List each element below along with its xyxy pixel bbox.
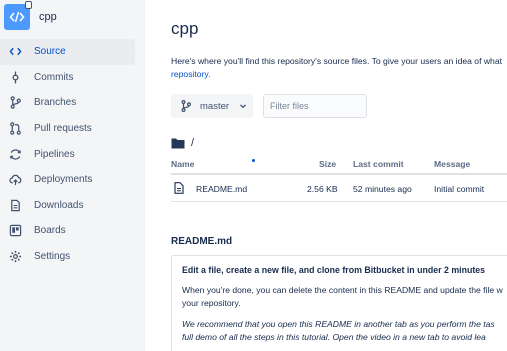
filter-files-input[interactable]: [263, 94, 367, 118]
file-name-link[interactable]: README.md: [196, 184, 247, 194]
readme-content: Edit a file, create a new file, and clon…: [171, 255, 507, 351]
readme-line: When you're done, you can delete the con…: [182, 285, 503, 295]
readme-paragraph: We recommend that you open this README i…: [182, 318, 507, 343]
sidebar: cpp Source Commits Branches Pull request…: [0, 0, 145, 351]
document-icon: [8, 198, 22, 212]
code-icon: [8, 45, 22, 59]
sidebar-item-pipelines[interactable]: Pipelines: [0, 141, 135, 167]
folder-icon: [171, 138, 185, 149]
file-commit-message[interactable]: Initial commit: [434, 184, 484, 194]
commit-icon: [8, 70, 22, 84]
description-line: Here's where you'll find this repository…: [171, 56, 503, 66]
chevron-down-icon: [240, 104, 247, 109]
sidebar-item-source[interactable]: Source: [0, 39, 135, 65]
readme-heading: Edit a file, create a new file, and clon…: [182, 265, 486, 275]
table-row[interactable]: README.md 2.56 KB 52 minutes ago Initial…: [171, 175, 507, 202]
sidebar-nav: Source Commits Branches Pull requests Pi…: [0, 39, 135, 269]
table-header: Name Size Last commit Message: [171, 155, 507, 175]
readme-line: full demo of all the steps in this tutor…: [182, 331, 486, 342]
readme-title: README.md: [171, 236, 233, 247]
sidebar-item-label: Pipelines: [34, 148, 75, 160]
file-icon: [174, 182, 184, 194]
repo-avatar[interactable]: [4, 1, 32, 30]
gear-icon: [8, 250, 22, 264]
file-table: Name Size Last commit Message README.md …: [171, 155, 507, 202]
branch-icon: [181, 100, 191, 112]
column-name[interactable]: Name: [171, 159, 194, 169]
breadcrumb: /: [171, 136, 194, 150]
board-icon: [8, 224, 22, 238]
sidebar-item-label: Source: [34, 46, 66, 58]
branch-selector[interactable]: master: [171, 94, 253, 118]
header-dot: [252, 159, 255, 162]
cloud-upload-icon: [8, 173, 22, 187]
repository-link[interactable]: repository: [171, 69, 208, 79]
sidebar-item-pull-requests[interactable]: Pull requests: [0, 116, 135, 142]
sidebar-item-branches[interactable]: Branches: [0, 90, 135, 116]
main-content: cpp Here's where you'll find this reposi…: [171, 0, 507, 351]
page-title: cpp: [171, 19, 199, 38]
readme-paragraph: When you're done, you can delete the con…: [182, 284, 507, 309]
sidebar-item-deployments[interactable]: Deployments: [0, 167, 135, 193]
repo-header[interactable]: cpp: [4, 1, 57, 30]
sidebar-item-label: Branches: [34, 97, 77, 109]
sidebar-item-label: Commits: [34, 71, 74, 83]
branch-icon: [8, 96, 22, 110]
readme-line: We recommend that you open this README i…: [182, 319, 495, 329]
column-last-commit[interactable]: Last commit: [353, 159, 404, 169]
readme-line: your repository.: [182, 297, 241, 308]
repo-description: Here's where you'll find this repository…: [171, 55, 507, 81]
column-size[interactable]: Size: [319, 159, 336, 169]
pipelines-icon: [8, 147, 22, 161]
sidebar-item-boards[interactable]: Boards: [0, 218, 135, 244]
sidebar-item-downloads[interactable]: Downloads: [0, 193, 135, 219]
sidebar-item-label: Pull requests: [34, 123, 92, 135]
path-root[interactable]: /: [191, 137, 194, 149]
sidebar-item-label: Settings: [34, 251, 71, 263]
file-last-commit: 52 minutes ago: [353, 184, 412, 194]
sidebar-item-label: Deployments: [34, 174, 93, 186]
branch-name: master: [200, 100, 230, 112]
sidebar-item-label: Boards: [34, 225, 66, 237]
sidebar-item-settings[interactable]: Settings: [0, 244, 135, 270]
sidebar-item-label: Downloads: [34, 199, 84, 211]
sidebar-item-commits[interactable]: Commits: [0, 65, 135, 91]
code-icon: [9, 11, 25, 23]
repo-name[interactable]: cpp: [39, 11, 57, 23]
description-end: .: [208, 69, 211, 79]
column-message[interactable]: Message: [434, 159, 470, 169]
pull-request-icon: [8, 122, 22, 136]
lock-icon: [25, 1, 32, 9]
file-size: 2.56 KB: [307, 184, 338, 194]
